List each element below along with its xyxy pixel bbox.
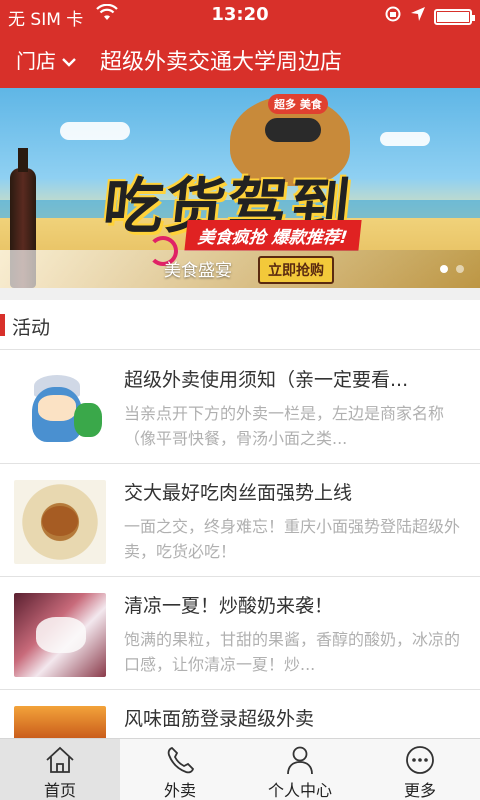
app-header: 门店 超级外卖交通大学周边店 xyxy=(0,30,480,88)
carousel-dot[interactable] xyxy=(456,265,464,273)
banner-caption-bar xyxy=(0,250,480,288)
carousel-indicator xyxy=(440,265,464,273)
mascot-tag: 超多 美食 xyxy=(268,94,328,114)
status-bar: 无 SIM 卡 13:20 xyxy=(0,0,480,30)
item-description: 一面之交，终身难忘！重庆小面强势登陆超级外卖，吃货必吃！ xyxy=(124,517,460,561)
item-thumbnail xyxy=(14,593,106,677)
tab-profile[interactable]: 个人中心 xyxy=(240,739,360,800)
more-icon xyxy=(404,745,436,775)
home-icon xyxy=(44,745,76,775)
store-selector[interactable]: 门店 xyxy=(16,45,76,74)
person-icon xyxy=(284,745,316,775)
tab-profile-label: 个人中心 xyxy=(267,781,332,800)
banner-caption: 美食盛宴 xyxy=(164,261,232,281)
section-marker xyxy=(0,314,5,336)
item-thumbnail xyxy=(14,367,106,451)
tab-home[interactable]: 首页 xyxy=(0,739,120,800)
tab-takeout-label: 外卖 xyxy=(163,781,196,800)
carousel-dot-active[interactable] xyxy=(440,265,448,273)
section-title: 活动 xyxy=(12,317,51,339)
phone-icon xyxy=(164,745,196,775)
list-item[interactable]: 清凉一夏！炒酸奶来袭！ 饱满的果粒，甘甜的果酱，香醇的酸奶，冰凉的口感，让你清凉… xyxy=(0,577,480,690)
tab-more[interactable]: 更多 xyxy=(360,739,480,800)
item-title: 清凉一夏！炒酸奶来袭！ xyxy=(124,595,334,617)
tab-takeout[interactable]: 外卖 xyxy=(120,739,240,800)
item-description: 当亲点开下方的外卖一栏是，左边是商家名称（像平哥快餐，骨汤小面之类... xyxy=(124,404,445,448)
item-description: 饱满的果粒，甘甜的果酱，香醇的酸奶，冰凉的口感，让你清凉一夏！炒... xyxy=(124,630,460,674)
section-divider xyxy=(0,288,480,300)
tab-more-label: 更多 xyxy=(403,781,436,800)
list-item[interactable]: 交大最好吃肉丝面强势上线 一面之交，终身难忘！重庆小面强势登陆超级外卖，吃货必吃… xyxy=(0,464,480,577)
buy-now-button[interactable]: 立即抢购 xyxy=(258,256,334,284)
item-title: 超级外卖使用须知（亲一定要看... xyxy=(124,369,409,391)
item-thumbnail xyxy=(14,480,106,564)
store-selector-label: 门店 xyxy=(16,49,56,73)
banner-slogan: 美食疯抢 爆款推荐! xyxy=(184,220,362,251)
cloud-decoration xyxy=(380,132,430,146)
battery-icon xyxy=(434,8,475,25)
tab-home-label: 首页 xyxy=(43,781,76,800)
orientation-lock-icon xyxy=(384,5,402,28)
chevron-down-icon xyxy=(62,48,76,72)
location-icon xyxy=(410,6,426,27)
cloud-decoration xyxy=(60,122,130,140)
section-header: 活动 xyxy=(0,300,480,350)
bottom-tab-bar: 首页 外卖 个人中心 更多 xyxy=(0,738,480,800)
mascot-goggles xyxy=(265,118,321,142)
item-title: 交大最好吃肉丝面强势上线 xyxy=(124,482,353,504)
item-title: 风味面筋登录超级外卖 xyxy=(124,708,315,730)
page-title: 超级外卖交通大学周边店 xyxy=(100,50,343,75)
promo-banner[interactable]: 超多 美食 吃货驾到 美食疯抢 爆款推荐! 美食盛宴 立即抢购 xyxy=(0,88,480,288)
list-item[interactable]: 超级外卖使用须知（亲一定要看... 当亲点开下方的外卖一栏是，左边是商家名称（像… xyxy=(0,351,480,464)
